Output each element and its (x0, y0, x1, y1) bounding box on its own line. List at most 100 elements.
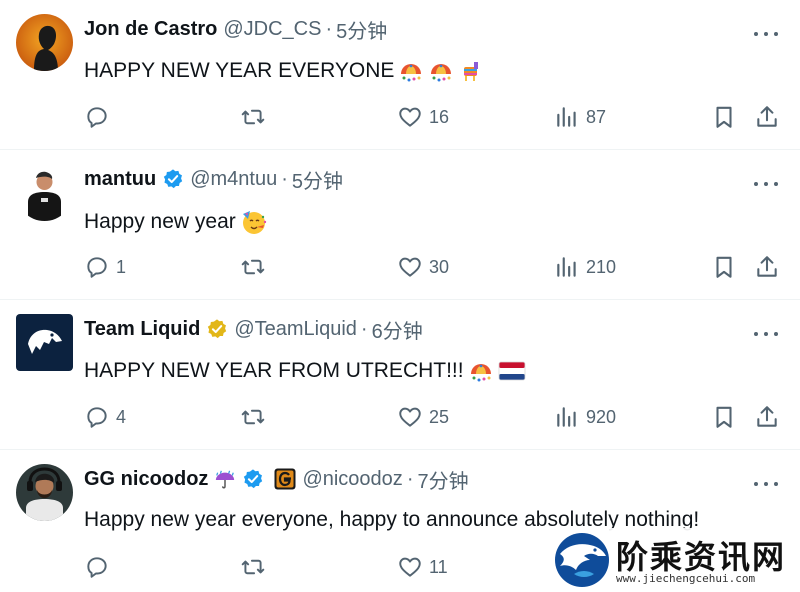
reply-button[interactable] (84, 552, 116, 582)
retweet-button[interactable] (240, 252, 272, 282)
retweet-icon (241, 409, 265, 425)
verified-gold-badge-icon (206, 318, 228, 340)
tweet[interactable]: mantuu @m4ntuu · 5分钟 Happy new year 1 30… (0, 150, 800, 300)
reply-icon (87, 557, 107, 578)
like-button[interactable]: 25 (397, 402, 449, 432)
reply-button[interactable] (84, 102, 116, 132)
views-button[interactable]: 920 (554, 402, 616, 432)
avatar[interactable] (16, 464, 73, 521)
share-icon (757, 256, 777, 277)
like-count: 16 (429, 106, 450, 127)
retweet-button[interactable] (240, 402, 272, 432)
bookmark-button[interactable] (711, 252, 737, 282)
tweet-actions: 4 25 920 (84, 402, 784, 432)
reply-icon (87, 407, 107, 428)
timestamp[interactable]: 7分钟 (417, 465, 468, 494)
share-icon (757, 406, 777, 427)
partying-face-icon (240, 208, 268, 236)
timeline-feed: Jon de Castro @JDC_CS · 5分钟 HAPPY NEW YE… (0, 0, 800, 592)
bookmark-icon (716, 406, 732, 428)
reply-button[interactable]: 4 (84, 402, 126, 432)
views-icon (557, 257, 576, 277)
confetti-ball-icon (468, 358, 494, 384)
author-name[interactable]: Jon de Castro (84, 18, 217, 41)
like-count: 25 (429, 406, 450, 427)
views-button[interactable]: 210 (554, 252, 616, 282)
site-watermark: 阶乘资讯网 www.jiechengcehui.com (550, 528, 800, 592)
views-icon (557, 107, 576, 127)
eagle-logo-icon (554, 532, 610, 588)
tweet-text: HAPPY NEW YEAR EVERYONE (84, 58, 484, 84)
retweet-button[interactable] (240, 552, 272, 582)
author-name[interactable]: GG nicoodoz (84, 468, 208, 491)
verified-badge-icon (162, 168, 184, 190)
avatar[interactable] (16, 314, 73, 371)
confetti-ball-icon (428, 58, 454, 84)
watermark-url: www.jiechengcehui.com (616, 572, 756, 585)
reply-icon (87, 107, 107, 128)
bookmark-icon (716, 106, 732, 128)
tweet-actions: 1 30 210 (84, 252, 784, 282)
verified-badge-icon (242, 468, 264, 490)
tweet-text: Happy new year (84, 208, 268, 236)
share-button[interactable] (754, 252, 780, 282)
heart-icon (399, 107, 421, 127)
separator-dot: · (406, 467, 414, 490)
view-count: 210 (586, 256, 617, 277)
author-name[interactable]: Team Liquid (84, 318, 200, 341)
timestamp[interactable]: 5分钟 (336, 15, 387, 44)
affiliate-team-logo-icon[interactable] (274, 468, 296, 490)
pinata-icon (458, 58, 484, 84)
bookmark-button[interactable] (711, 402, 737, 432)
confetti-ball-icon (398, 58, 424, 84)
tweet-text: HAPPY NEW YEAR FROM UTRECHT!!! (84, 358, 526, 384)
tweet-body: HAPPY NEW YEAR FROM UTRECHT!!! (84, 359, 464, 382)
avatar[interactable] (16, 164, 73, 221)
like-button[interactable]: 16 (397, 102, 449, 132)
more-options-icon[interactable] (754, 24, 778, 44)
tweet-body: HAPPY NEW YEAR EVERYONE (84, 59, 395, 82)
timestamp[interactable]: 6分钟 (372, 315, 423, 344)
author-handle[interactable]: @nicoodoz (302, 468, 402, 491)
retweet-icon (241, 259, 265, 275)
tweet-actions: 16 87 (84, 102, 784, 132)
like-button[interactable]: 30 (397, 252, 449, 282)
retweet-icon (241, 559, 265, 575)
author-handle[interactable]: @TeamLiquid (234, 318, 357, 341)
tweet-body: Happy new year (84, 210, 236, 233)
reply-button[interactable]: 1 (84, 252, 126, 282)
avatar[interactable] (16, 14, 73, 71)
reply-icon (87, 257, 107, 278)
more-options-icon[interactable] (754, 474, 778, 494)
like-button[interactable]: 11 (397, 552, 448, 582)
share-button[interactable] (754, 402, 780, 432)
more-options-icon[interactable] (754, 174, 778, 194)
separator-dot: · (325, 17, 333, 40)
tweet[interactable]: Team Liquid @TeamLiquid · 6分钟 HAPPY NEW … (0, 300, 800, 450)
umbrella-with-rain-icon (214, 468, 236, 490)
share-button[interactable] (754, 102, 780, 132)
author-handle[interactable]: @m4ntuu (190, 168, 277, 191)
timestamp[interactable]: 5分钟 (292, 165, 343, 194)
heart-icon (399, 407, 421, 427)
retweet-icon (241, 109, 265, 125)
separator-dot: · (360, 317, 368, 340)
reply-count: 1 (116, 256, 127, 277)
more-options-icon[interactable] (754, 324, 778, 344)
view-count: 920 (586, 406, 617, 427)
share-icon (757, 106, 777, 127)
author-handle[interactable]: @JDC_CS (223, 18, 321, 41)
heart-icon (399, 557, 421, 577)
tweet[interactable]: Jon de Castro @JDC_CS · 5分钟 HAPPY NEW YE… (0, 0, 800, 150)
bookmark-icon (716, 256, 732, 278)
separator-dot: · (281, 167, 288, 190)
views-icon (557, 407, 576, 427)
bookmark-button[interactable] (711, 102, 737, 132)
like-count: 11 (429, 556, 448, 577)
author-name[interactable]: mantuu (84, 168, 156, 191)
view-count: 87 (586, 106, 607, 127)
heart-icon (399, 257, 421, 277)
views-button[interactable]: 87 (554, 102, 606, 132)
retweet-button[interactable] (240, 102, 272, 132)
netherlands-flag-icon (498, 360, 526, 382)
